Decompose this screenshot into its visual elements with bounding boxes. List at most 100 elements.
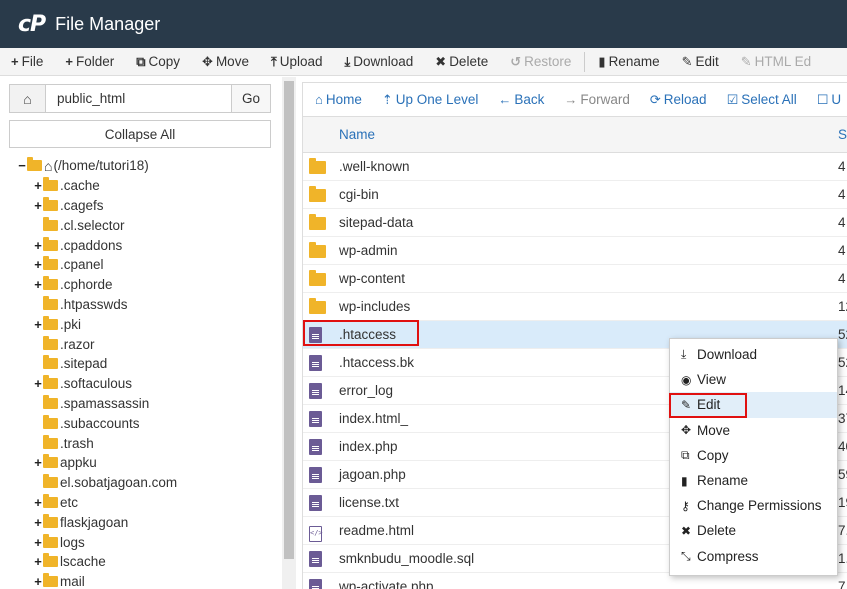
scrollbar-thumb[interactable] (284, 81, 294, 559)
tree-item[interactable]: + logs (0, 532, 281, 552)
rename-button[interactable]: ▮ Rename (587, 48, 670, 75)
tree-item-label: .cpanel (60, 257, 104, 273)
expand-icon[interactable]: + (33, 317, 43, 332)
expand-icon[interactable]: + (33, 495, 43, 510)
file-name: wp-activate.php (339, 579, 434, 589)
expand-icon[interactable]: + (33, 178, 43, 193)
back-button[interactable]: ← Back (486, 92, 552, 107)
tree-item[interactable]: + lscache (0, 552, 281, 572)
file-name: index.html_ (339, 411, 409, 426)
tree-item[interactable]: + .cache (0, 176, 281, 196)
tree-item-label: .spamassassin (60, 395, 150, 411)
folder-label: Folder (75, 54, 115, 69)
table-row[interactable]: cgi-bin 4 (303, 181, 847, 209)
tree-item[interactable]: + .cphorde (0, 275, 281, 295)
restore-button[interactable]: ↺ Restore (499, 48, 582, 75)
expand-icon[interactable]: + (33, 455, 43, 470)
folder-icon (309, 158, 326, 174)
collapse-icon[interactable]: − (17, 158, 27, 173)
tree-item[interactable]: + appku (0, 453, 281, 473)
upload-button[interactable]: ⤒ Upload (260, 48, 334, 75)
expand-icon[interactable]: + (33, 554, 43, 569)
folder-icon (309, 298, 326, 314)
table-row[interactable]: .well-known 4 (303, 153, 847, 181)
go-button[interactable]: Go (232, 84, 271, 113)
expand-icon[interactable]: + (33, 376, 43, 391)
tree-item[interactable]: el.sobatjagoan.com (0, 473, 281, 493)
expand-icon[interactable]: + (33, 277, 43, 292)
table-row[interactable]: sitepad-data 4 (303, 209, 847, 237)
edit-button[interactable]: ✎ Edit (671, 48, 730, 75)
folder-icon (43, 513, 58, 528)
delete-label: Delete (449, 54, 489, 69)
context-menu-change-permissions[interactable]: ⚷ Change Permissions (670, 493, 837, 518)
table-row[interactable]: wp-includes 12 (303, 293, 847, 321)
context-menu-move[interactable]: ✥ Move (670, 418, 837, 443)
folder-button[interactable]: + Folder (54, 48, 125, 75)
tree-item-label: .pki (60, 316, 82, 332)
column-header-name[interactable]: Name (339, 127, 375, 142)
column-header-size[interactable]: Si (838, 127, 847, 142)
tree-item[interactable]: − ⌂ (/home/tutori18) (0, 156, 281, 176)
context-menu-copy[interactable]: ⧉ Copy (670, 443, 837, 468)
html-editor-button[interactable]: ✎ HTML Ed (730, 48, 822, 75)
cpanel-logo[interactable]: cP (18, 12, 46, 37)
file-button[interactable]: + File (0, 48, 54, 75)
delete-button[interactable]: ✖ Delete (424, 48, 499, 75)
expand-icon[interactable]: + (33, 515, 43, 530)
tree-item[interactable]: + .softaculous (0, 374, 281, 394)
context-menu-label: Compress (697, 548, 759, 564)
highlight-box-edit (669, 393, 747, 418)
tree-item[interactable]: .razor (0, 334, 281, 354)
table-row[interactable]: wp-content 4 (303, 265, 847, 293)
file-size: 37 (838, 411, 847, 426)
tree-item[interactable]: .subaccounts (0, 413, 281, 433)
change-permissions-icon: ⚷ (681, 498, 690, 513)
expand-icon[interactable]: + (33, 574, 43, 589)
up-one-level-button[interactable]: ⇡ Up One Level (370, 92, 486, 108)
context-menu-rename[interactable]: ▮ Rename (670, 468, 837, 493)
left-scrollbar[interactable] (282, 77, 296, 589)
tree-item[interactable]: + mail (0, 572, 281, 589)
download-button[interactable]: ⤓ Download (333, 48, 424, 75)
tree-item-label: el.sobatjagoan.com (60, 475, 178, 491)
home-icon[interactable]: ⌂ (9, 84, 46, 113)
tree-item[interactable]: + .pki (0, 314, 281, 334)
expand-icon[interactable]: + (33, 257, 43, 272)
file-name: cgi-bin (339, 187, 379, 202)
table-row[interactable]: wp-admin 4 (303, 237, 847, 265)
tree-item[interactable]: + flaskjagoan (0, 512, 281, 532)
expand-icon[interactable]: + (33, 535, 43, 550)
file-name: license.txt (339, 495, 400, 510)
context-menu-delete[interactable]: ✖ Delete (670, 518, 837, 543)
tree-item[interactable]: .sitepad (0, 354, 281, 374)
unselect-all-button[interactable]: ☐ U (805, 92, 847, 108)
tree-item[interactable]: + .cagefs (0, 196, 281, 216)
tree-item[interactable]: + .cpanel (0, 255, 281, 275)
tree-item[interactable]: + etc (0, 493, 281, 513)
home-button[interactable]: ⌂ Home (303, 92, 370, 107)
file-icon (309, 579, 322, 589)
context-menu-view[interactable]: ◉ View (670, 367, 837, 392)
expand-icon[interactable]: + (33, 198, 43, 213)
tree-item[interactable]: .htpasswds (0, 295, 281, 315)
context-menu: ⤓ Download ◉ View ✎ Edit ✥ Move ⧉ Copy ▮ Rename ⚷ Cha… (669, 338, 838, 576)
tree-item[interactable]: .cl.selector (0, 215, 281, 235)
copy-button[interactable]: ⧉ Copy (125, 48, 191, 75)
reload-button[interactable]: ⟳ Reload (638, 92, 715, 108)
context-menu-label: View (697, 372, 727, 388)
tree-item[interactable]: .spamassassin (0, 394, 281, 414)
tree-item[interactable]: + .cpaddons (0, 235, 281, 255)
select-all-icon: ☑ (726, 91, 739, 107)
row-icon-wrap (309, 298, 326, 317)
tree-item[interactable]: .trash (0, 433, 281, 453)
context-menu-compress[interactable]: ⤡ Compress (670, 544, 837, 569)
move-button[interactable]: ✥ Move (191, 48, 260, 75)
edit-label: Edit (695, 54, 719, 69)
context-menu-download[interactable]: ⤓ Download (670, 342, 837, 367)
select-all-button[interactable]: ☑ Select All (715, 92, 805, 108)
collapse-all-button[interactable]: Collapse All (9, 120, 271, 148)
path-input[interactable] (46, 84, 232, 113)
expand-icon[interactable]: + (33, 238, 43, 253)
forward-button[interactable]: → Forward (552, 92, 638, 107)
